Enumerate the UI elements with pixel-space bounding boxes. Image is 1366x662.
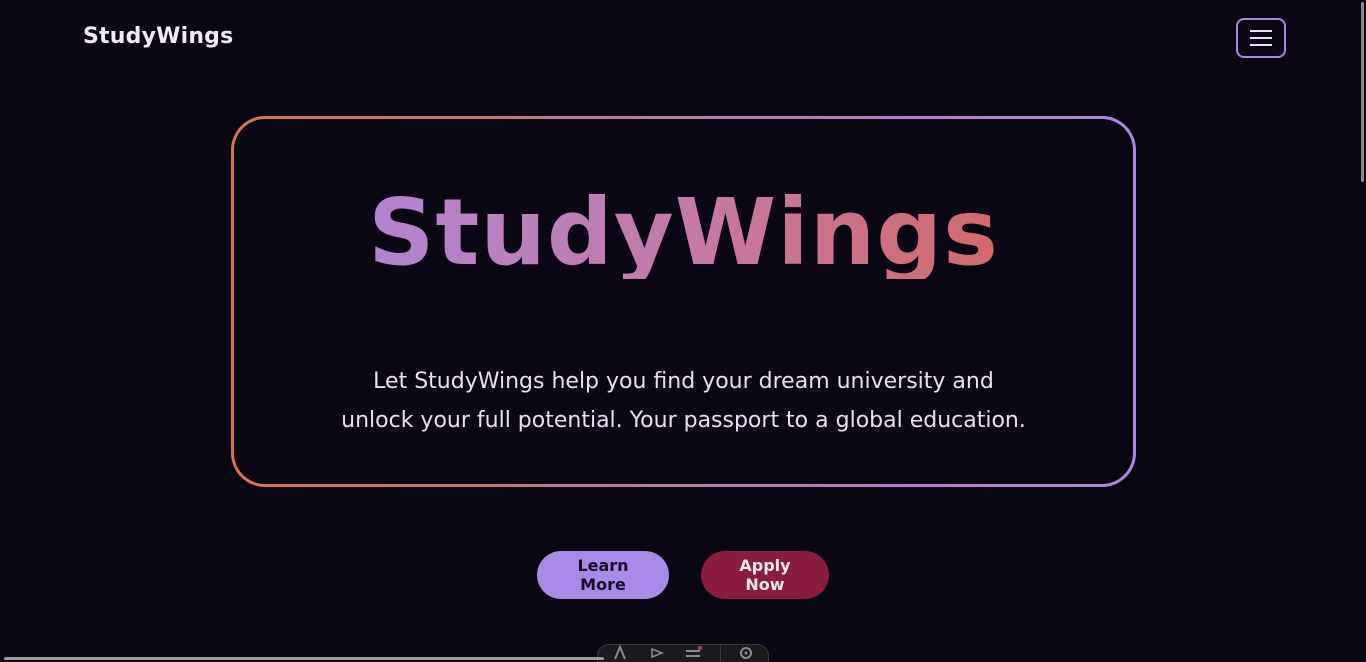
hero-card-inner: StudyWings Let StudyWings help you find … <box>234 119 1133 484</box>
learn-more-button[interactable]: Learn More <box>537 551 669 599</box>
hero-card: StudyWings Let StudyWings help you find … <box>231 116 1136 487</box>
vertical-scrollbar[interactable] <box>1360 0 1366 662</box>
hamburger-menu-icon <box>1250 30 1272 46</box>
menu-button[interactable] <box>1236 18 1286 58</box>
apply-now-button[interactable]: Apply Now <box>701 551 829 599</box>
vertical-scrollbar-thumb[interactable] <box>1361 2 1364 182</box>
page: StudyWings StudyWings Let StudyWings hel… <box>0 0 1366 662</box>
hero-actions: Learn More Apply Now <box>0 551 1366 599</box>
brand-logo[interactable]: StudyWings <box>83 24 233 49</box>
hero-description: Let StudyWings help you find your dream … <box>341 369 1026 433</box>
hero-title: StudyWings <box>234 187 1133 279</box>
horizontal-scrollbar[interactable] <box>0 656 1360 662</box>
horizontal-scrollbar-thumb[interactable] <box>4 657 604 660</box>
